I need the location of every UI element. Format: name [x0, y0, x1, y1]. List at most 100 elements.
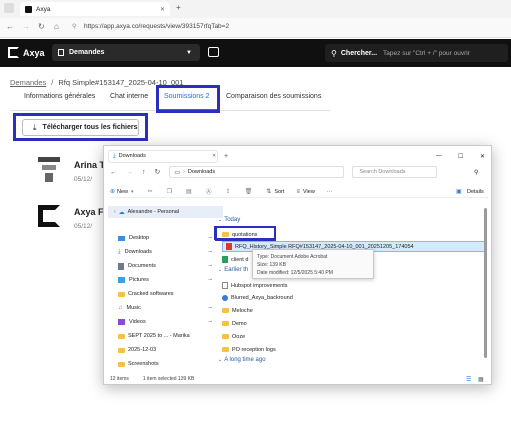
- tab-informations-generales[interactable]: Informations générales: [24, 93, 95, 100]
- file-item-blurred-axya[interactable]: Blurred_Axya_backround: [222, 292, 293, 303]
- sort-button[interactable]: Sort: [274, 189, 284, 195]
- projects-icon[interactable]: [208, 47, 219, 57]
- share-icon[interactable]: ⇪: [226, 188, 231, 195]
- group-header-long-ago[interactable]: ⌄ A long time ago: [218, 357, 266, 363]
- nav-item-personal[interactable]: › ☁ Alexandre - Personal: [108, 206, 223, 218]
- section-selector[interactable]: Demandes ▼: [52, 44, 200, 61]
- download-icon: ⤓: [118, 248, 121, 255]
- axya-logo[interactable]: Axya: [8, 47, 45, 58]
- close-tab-icon[interactable]: ✕: [160, 6, 165, 13]
- group-header-today[interactable]: ⌄ Today: [218, 217, 240, 223]
- supplier-logo-2: [38, 205, 60, 227]
- folder-icon: [222, 308, 229, 313]
- pin-icon: ⊸: [208, 319, 213, 325]
- copy-icon[interactable]: ❐: [167, 188, 172, 195]
- delete-icon[interactable]: 🗑: [245, 188, 253, 195]
- back-icon[interactable]: ←: [6, 22, 14, 31]
- nav-item-music[interactable]: ♫ Music: [108, 302, 223, 314]
- folder-icon: [222, 334, 229, 339]
- documents-icon: [118, 262, 124, 270]
- explorer-refresh-icon[interactable]: ↻: [155, 168, 161, 176]
- tiles-view-icon[interactable]: ▦: [478, 376, 484, 383]
- explorer-back-icon[interactable]: ←: [110, 169, 117, 176]
- nav-item-label: Screenshots: [128, 361, 159, 367]
- new-icon: ⊕: [110, 189, 116, 195]
- nav-item-videos[interactable]: Videos: [108, 316, 223, 328]
- nav-item-documents[interactable]: Documents: [108, 260, 223, 272]
- tab-chat-interne[interactable]: Chat interne: [110, 93, 148, 100]
- file-icon: [222, 282, 228, 289]
- nav-item-desktop[interactable]: Desktop: [108, 232, 223, 244]
- download-all-button[interactable]: ⤓ Télécharger tous les fichiers: [22, 119, 139, 136]
- group-today-label: Today: [224, 217, 241, 223]
- nav-item-downloads[interactable]: ⤓ Downloads: [108, 246, 223, 258]
- path-chevron-icon: ›: [183, 169, 185, 175]
- minimize-icon[interactable]: —: [436, 153, 442, 159]
- music-icon: ♫: [118, 305, 123, 311]
- paste-icon[interactable]: ▤: [186, 188, 192, 195]
- explorer-nav-pane: › ☁ Alexandre - Personal Desktop ⊸ ⤓ Dow…: [108, 202, 223, 372]
- file-item-meloche[interactable]: Meloche: [222, 305, 253, 316]
- nav-item-label: Desktop: [129, 235, 150, 241]
- supplier-name-2[interactable]: Axya F: [74, 207, 104, 217]
- tab-actions-icon[interactable]: [4, 3, 14, 13]
- tooltip-date: Date modified: 12/5/2025 5:40 PM: [257, 270, 333, 276]
- supplier-name-1[interactable]: Arina T: [74, 160, 105, 170]
- pdf-icon: [226, 243, 232, 250]
- downloads-icon: ⤓: [113, 152, 116, 159]
- file-item-hubspot[interactable]: Hubspot improvements: [222, 280, 288, 291]
- breadcrumb-parent-link[interactable]: Demandes: [10, 78, 46, 87]
- cut-icon[interactable]: ✂: [148, 188, 153, 195]
- reload-icon[interactable]: ↻: [38, 22, 45, 31]
- view-button[interactable]: View: [303, 189, 315, 195]
- explorer-forward-icon[interactable]: →: [126, 169, 133, 176]
- explorer-path-field[interactable]: ▭ › Downloads: [169, 166, 345, 178]
- search-icon: ⚲: [331, 48, 337, 58]
- search-label: Chercher...: [340, 49, 378, 57]
- close-explorer-tab-icon[interactable]: ✕: [212, 153, 216, 159]
- group-header-earlier[interactable]: ⌄ Earlier th: [218, 267, 248, 273]
- search-bar[interactable]: ⚲ Chercher... Tapez sur "Ctrl + /" pour …: [325, 44, 508, 62]
- rename-icon[interactable]: Ⓐ: [206, 187, 212, 196]
- explorer-tab[interactable]: ⤓ Downloads ✕: [108, 149, 218, 163]
- nav-item-screenshots[interactable]: Screenshots: [108, 358, 223, 370]
- explorer-up-icon[interactable]: ↑: [142, 169, 146, 176]
- app-header: Axya Demandes ▼ ⚲ Chercher... Tapez sur …: [0, 39, 511, 67]
- nav-item-label: Documents: [128, 263, 156, 269]
- site-info-icon[interactable]: ⚲: [72, 23, 76, 30]
- tab-comparaison[interactable]: Comparaison des soumissions: [226, 93, 321, 100]
- new-button[interactable]: New: [117, 189, 128, 195]
- explorer-search-input[interactable]: Search Downloads ⚲: [352, 166, 478, 178]
- more-options-icon[interactable]: ···: [327, 189, 333, 195]
- explorer-command-bar: ⊕ New ▾ ✂ ❐ ▤ Ⓐ ⇪ 🗑 ⇅ Sort ≡ View ··· ▣ …: [110, 186, 488, 198]
- browser-tab[interactable]: Axya ✕: [20, 2, 170, 16]
- nav-item-sept-2025[interactable]: SEPT 2025 to ... - Marika: [108, 330, 223, 342]
- nav-item-pictures[interactable]: Pictures: [108, 274, 223, 286]
- explorer-tab-row: ⤓ Downloads ✕ + — ☐ ✕: [108, 149, 488, 163]
- forward-icon[interactable]: →: [22, 22, 30, 31]
- url-field[interactable]: https://app.axya.co/requests/view/393157…: [84, 23, 229, 30]
- file-item-ooze[interactable]: Ooze: [222, 331, 245, 342]
- new-tab-icon[interactable]: +: [176, 3, 181, 12]
- nav-item-2025-12-03[interactable]: 2025-12-03: [108, 344, 223, 356]
- home-icon[interactable]: ⌂: [54, 22, 59, 31]
- file-item-demo[interactable]: Demo: [222, 318, 247, 329]
- new-explorer-tab-icon[interactable]: +: [224, 153, 228, 160]
- details-icon: ▣: [456, 189, 462, 195]
- close-window-icon[interactable]: ✕: [480, 153, 485, 160]
- folder-icon: [118, 333, 125, 339]
- explorer-scrollbar[interactable]: [484, 208, 487, 358]
- details-view-icon[interactable]: ☰: [466, 376, 471, 383]
- file-item-client[interactable]: client d: [222, 254, 248, 265]
- explorer-status-bar: 12 items 1 item selected 139 KB ☰ ▦: [110, 374, 488, 384]
- folder-icon: [222, 347, 229, 352]
- file-name: PO reception logs: [232, 346, 276, 353]
- group-collapse-icon: ⌄: [218, 267, 223, 273]
- file-item-po-reception[interactable]: PO reception logs: [222, 344, 276, 355]
- explorer-nav-row: ← → ↑ ↻ ▭ › Downloads Search Downloads ⚲: [110, 166, 488, 178]
- nav-item-cracked-softwares[interactable]: Cracked softwares: [108, 288, 223, 300]
- new-chevron-icon: ▾: [131, 188, 134, 195]
- maximize-icon[interactable]: ☐: [458, 153, 463, 160]
- details-button[interactable]: Details: [467, 189, 484, 195]
- explorer-search-icon: ⚲: [474, 169, 479, 176]
